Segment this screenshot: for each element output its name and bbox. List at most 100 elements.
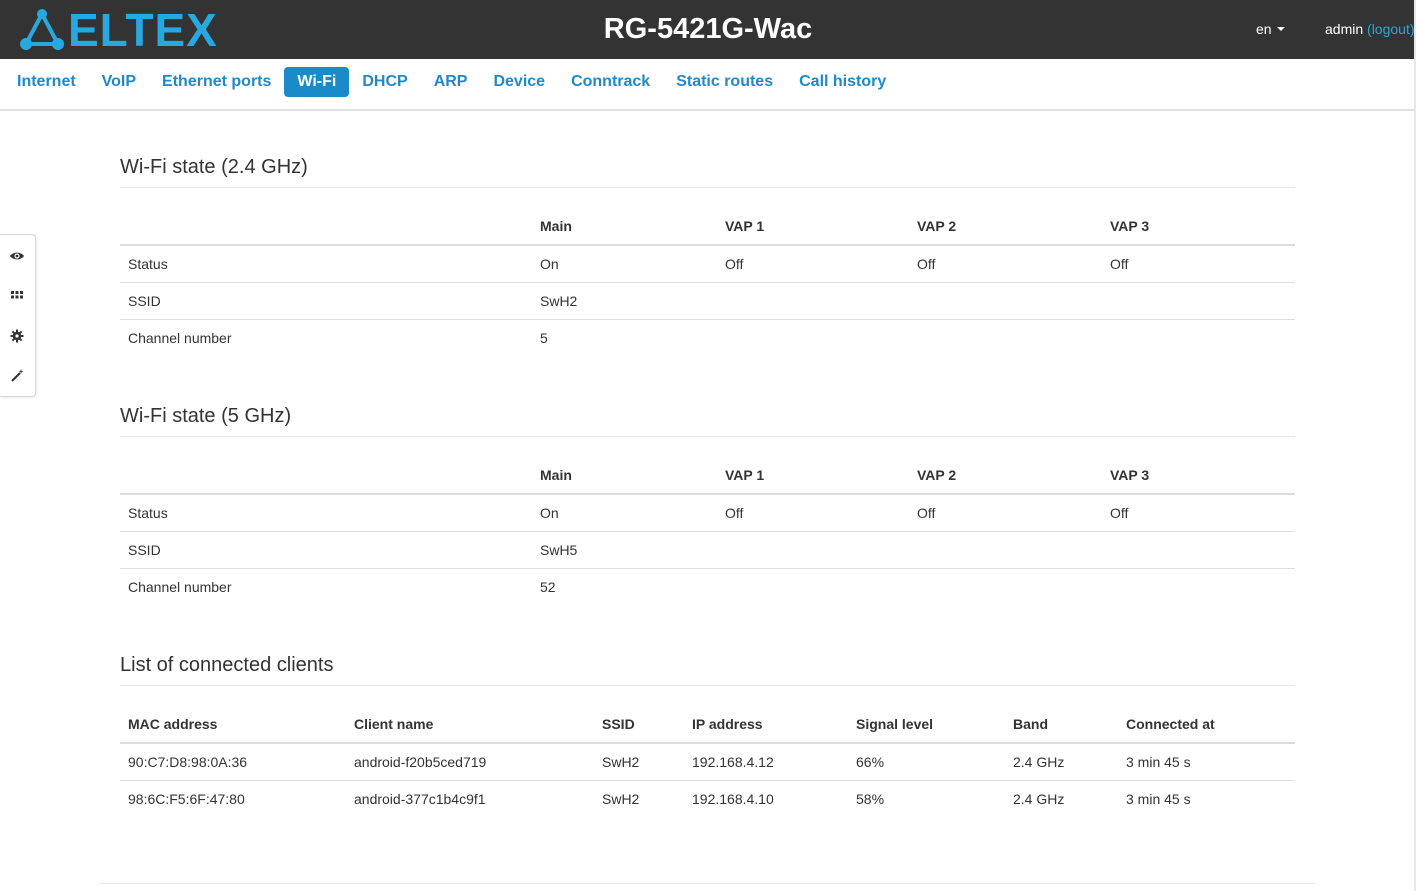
client-row: 90:C7:D8:98:0A:36 android-f20b5ced719 SwH2… <box>120 743 1295 780</box>
wifi-5-cell <box>1102 567 1295 605</box>
wifi-5-cell: Off <box>1110 504 1129 521</box>
caret-down-icon <box>1276 27 1285 31</box>
wifi-5-cell <box>909 567 1102 605</box>
wifi-5-cell: SwH5 <box>532 530 717 568</box>
wifi-5-cell: Off <box>725 504 744 521</box>
wifi-24-cell: SwH2 <box>532 281 717 319</box>
client-column-header: Band <box>1005 706 1118 744</box>
wifi-24-cell: Channel number <box>120 318 532 356</box>
client-cell: 2.4 GHz <box>1013 753 1065 770</box>
tab-internet[interactable]: Internet <box>4 67 89 97</box>
wifi-5-cell <box>909 530 1102 568</box>
wifi-5-title: Wi-Fi state (5 GHz) <box>120 404 1295 437</box>
wifi-5-cell <box>717 530 909 568</box>
client-cell: 3 min 45 s <box>1126 753 1191 770</box>
wifi-5-row: Status On Off Off Off <box>120 494 1295 531</box>
gear-icon[interactable] <box>9 328 25 344</box>
client-cell: SwH2 <box>602 753 640 770</box>
tab-call-history[interactable]: Call history <box>786 67 899 97</box>
wifi-24-cell <box>1102 281 1295 319</box>
logout-link[interactable]: (logout) <box>1367 21 1414 37</box>
wifi-24-table: Main VAP 1 VAP 2 VAP 3 Status On Off Off Off SSI… <box>120 208 1295 356</box>
client-row: 98:6C:F5:6F:47:80 android-377c1b4c9f1 SwH2… <box>120 779 1295 817</box>
client-cell: 192.168.4.10 <box>684 779 848 817</box>
wifi-5-cell: Channel number <box>120 567 532 605</box>
main-content: Wi-Fi state (2.4 GHz) Main VAP 1 VAP 2 VAP … <box>120 111 1295 817</box>
client-cell: android-f20b5ced719 <box>354 753 487 770</box>
wifi-5-cell: Off <box>917 504 936 521</box>
user-info: admin (logout) <box>1325 21 1415 37</box>
client-cell: 58% <box>848 779 1005 817</box>
wifi-24-row: Channel number 5 <box>120 318 1295 356</box>
tab-conntrack[interactable]: Conntrack <box>558 67 663 97</box>
wifi-24-row: Status On Off Off Off <box>120 245 1295 282</box>
username: admin <box>1325 21 1364 37</box>
clients-title: List of connected clients <box>120 653 1295 686</box>
tab-ethernet-ports[interactable]: Ethernet ports <box>149 67 284 97</box>
wifi-24-cell: Status <box>128 255 168 272</box>
clients-table: MAC address Client name SSID IP address Sign… <box>120 706 1295 817</box>
wifi-5-cell: SSID <box>120 530 532 568</box>
tab-wi-fi[interactable]: Wi-Fi <box>284 67 350 97</box>
wifi-5-table: Main VAP 1 VAP 2 VAP 3 Status On Off Off Off SSI… <box>120 457 1295 605</box>
wifi-24-cell <box>909 318 1102 356</box>
client-cell: 3 min 45 s <box>1118 779 1295 817</box>
client-column-header: Connected at <box>1118 706 1295 744</box>
wifi-24-cell <box>717 318 909 356</box>
wifi-24-cell: On <box>540 255 559 272</box>
client-cell: SwH2 <box>594 779 684 817</box>
wifi-24-cell: Off <box>1110 255 1129 272</box>
wifi-5-column-header: Main <box>532 457 717 495</box>
client-cell: 2.4 GHz <box>1005 779 1118 817</box>
top-header: ELTEX RG-5421G-Wac en admin (logout) <box>0 0 1416 59</box>
eye-icon[interactable] <box>9 248 25 264</box>
tab-dhcp[interactable]: DHCP <box>349 67 420 97</box>
wifi-24-column-header: VAP 1 <box>717 208 909 246</box>
client-column-header: SSID <box>594 706 684 744</box>
wifi-5-cell: 52 <box>532 567 717 605</box>
wifi-24-row: SSID SwH2 <box>120 281 1295 319</box>
tab-device[interactable]: Device <box>480 67 558 97</box>
language-value: en <box>1256 21 1272 37</box>
language-dropdown[interactable]: en <box>1256 21 1285 37</box>
wifi-24-column-header: Main <box>532 208 717 246</box>
wifi-5-column-header: VAP 2 <box>909 457 1102 495</box>
client-cell: 90:C7:D8:98:0A:36 <box>128 753 248 770</box>
wifi-24-cell <box>909 281 1102 319</box>
wifi-24-column-header <box>120 208 532 246</box>
wifi-24-cell <box>717 281 909 319</box>
magic-wand-icon[interactable] <box>9 368 25 384</box>
wifi-24-cell: SSID <box>120 281 532 319</box>
tab-voip[interactable]: VoIP <box>89 67 149 97</box>
wifi-24-cell: 5 <box>532 318 717 356</box>
wifi-5-cell: Status <box>128 504 168 521</box>
wifi-5-cell <box>1102 530 1295 568</box>
side-toolbar <box>0 234 36 397</box>
tab-static-routes[interactable]: Static routes <box>663 67 786 97</box>
client-cell: 98:6C:F5:6F:47:80 <box>120 779 346 817</box>
wifi-5-cell <box>717 567 909 605</box>
wifi-24-cell: Off <box>917 255 936 272</box>
client-column-header: Signal level <box>848 706 1005 744</box>
footer-divider <box>100 883 1315 884</box>
wifi-5-cell: On <box>540 504 559 521</box>
wifi-5-row: Channel number 52 <box>120 567 1295 605</box>
wifi-24-cell: Off <box>725 255 744 272</box>
client-cell: 192.168.4.12 <box>692 753 774 770</box>
wifi-24-column-header: VAP 2 <box>909 208 1102 246</box>
client-cell: 66% <box>856 753 885 770</box>
wifi-24-cell <box>1102 318 1295 356</box>
main-nav: Internet VoIP Ethernet ports Wi-Fi DHCP ARP De… <box>0 59 1416 111</box>
wifi-5-section: Wi-Fi state (5 GHz) Main VAP 1 VAP 2 VAP 3 … <box>120 404 1295 605</box>
client-column-header: IP address <box>684 706 848 744</box>
client-column-header: MAC address <box>120 706 346 744</box>
client-cell: android-377c1b4c9f1 <box>346 779 594 817</box>
wifi-5-column-header: VAP 1 <box>717 457 909 495</box>
wifi-5-row: SSID SwH5 <box>120 530 1295 568</box>
tab-arp[interactable]: ARP <box>421 67 481 97</box>
wifi-24-title: Wi-Fi state (2.4 GHz) <box>120 155 1295 188</box>
clients-section: List of connected clients MAC address Cli… <box>120 653 1295 817</box>
grid-icon[interactable] <box>9 288 25 304</box>
wifi-24-section: Wi-Fi state (2.4 GHz) Main VAP 1 VAP 2 VAP … <box>120 155 1295 356</box>
wifi-5-column-header: VAP 3 <box>1102 457 1295 495</box>
